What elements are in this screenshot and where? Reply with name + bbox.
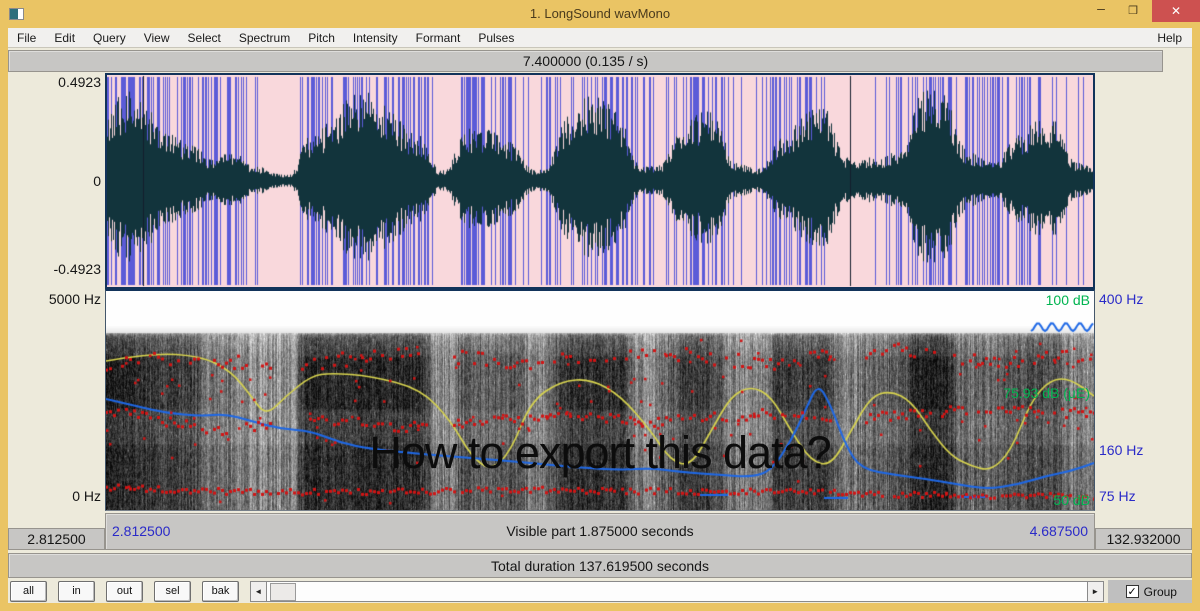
menu-formant[interactable]: Formant [407,28,470,48]
maximize-button[interactable]: ❒ [1120,0,1146,22]
visible-end-time: 4.687500 [1029,523,1088,539]
spec-bottom-freq-label: 0 Hz [72,488,101,504]
menubar: File Edit Query View Select Spectrum Pit… [8,28,1192,48]
praat-sound-editor-window: 1. LongSound wavMono – ❒ ✕ File Edit Que… [0,0,1200,611]
spec-top-freq-label: 5000 Hz [48,291,101,307]
group-panel: ✓ Group [1107,580,1192,603]
menu-help[interactable]: Help [1147,28,1192,48]
zoom-sel-button[interactable]: sel [154,581,191,602]
intensity-max-label: 100 dB [1045,292,1090,308]
time-before-window-box[interactable]: 2.812500 [8,528,105,550]
spectrogram-panel[interactable]: 100 dB 75.93 dB (µE) 50 dB How to export… [105,289,1095,511]
group-label: Group [1143,584,1177,599]
pitch-min-label: 75 Hz [1099,488,1136,504]
editor-content: 7.400000 (0.135 / s) 0.4923 0 -0.4923 50… [8,48,1192,603]
close-button[interactable]: ✕ [1152,0,1200,22]
bottom-controls: all in out sel bak ◄ ► ✓ Group [8,580,1192,603]
minimize-button[interactable]: – [1088,0,1114,22]
zoom-out-button[interactable]: out [106,581,143,602]
scrollbar-thumb[interactable] [269,583,296,601]
zoom-back-button[interactable]: bak [202,581,239,602]
total-duration-bar[interactable]: Total duration 137.619500 seconds [8,553,1192,578]
zoom-all-button[interactable]: all [10,581,47,602]
overlay-annotation-text: How to export this data? [369,427,831,478]
wave-ymid-label: 0 [93,173,101,189]
scrollbar-track[interactable] [266,581,1087,602]
visible-start-time: 2.812500 [112,523,171,539]
group-checkbox[interactable]: ✓ [1125,585,1139,598]
time-after-window-box[interactable]: 132.932000 [1095,528,1192,550]
titlebar: 1. LongSound wavMono – ❒ ✕ [0,0,1200,28]
pitch-max-label: 400 Hz [1099,291,1144,307]
menu-spectrum[interactable]: Spectrum [230,28,299,48]
menu-pulses[interactable]: Pulses [469,28,523,48]
menu-query[interactable]: Query [84,28,135,48]
intensity-min-label: 50 dB [1053,492,1090,508]
zoom-in-button[interactable]: in [58,581,95,602]
selection-duration-bar[interactable]: 7.400000 (0.135 / s) [8,50,1163,72]
scroll-left-arrow[interactable]: ◄ [250,581,267,602]
menu-intensity[interactable]: Intensity [344,28,407,48]
menu-pitch[interactable]: Pitch [299,28,344,48]
pitch-cursor-label: 160 Hz [1099,442,1144,458]
window-title: 1. LongSound wavMono [529,6,671,21]
visible-part-bar[interactable]: Visible part 1.875000 seconds 2.812500 4… [105,513,1095,550]
menu-view[interactable]: View [135,28,179,48]
wave-ymax-label: 0.4923 [58,74,101,90]
wave-ymin-label: -0.4923 [53,261,101,277]
waveform-canvas[interactable] [107,75,1093,287]
scroll-right-arrow[interactable]: ► [1086,581,1104,602]
intensity-cursor-label: 75.93 dB (µE) [1003,385,1090,401]
waveform-panel[interactable] [105,73,1095,289]
menu-file[interactable]: File [8,28,45,48]
visible-part-label: Visible part 1.875000 seconds [506,523,694,539]
menu-edit[interactable]: Edit [45,28,84,48]
menu-select[interactable]: Select [179,28,230,48]
